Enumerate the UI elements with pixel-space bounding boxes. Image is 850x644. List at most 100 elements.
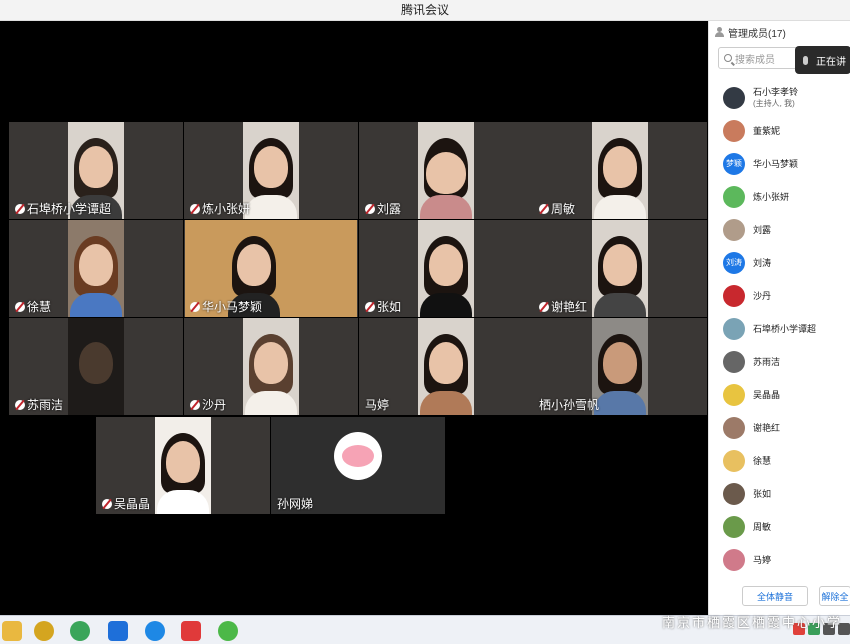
video-tile[interactable]: 刘露: [359, 122, 533, 219]
member-list-item[interactable]: 刘涛 刘涛: [709, 246, 850, 279]
folder-icon[interactable]: [2, 621, 22, 641]
mute-all-button[interactable]: 全体静音: [742, 586, 808, 606]
participant-name: 徐慧: [27, 300, 52, 314]
browser-icon[interactable]: [70, 621, 90, 641]
member-text: 沙丹: [753, 290, 771, 302]
participant-nametag: 吴晶晶: [102, 495, 150, 512]
search-placeholder: 搜索成员: [735, 54, 775, 66]
video-tile[interactable]: 徐慧: [9, 220, 183, 317]
participant-face: [166, 441, 200, 483]
media-player-icon[interactable]: [34, 621, 54, 641]
member-list: 石小李孝铃 (主持人, 我) 董紫妮 梦颖 华小马梦颖 炼小张妍刘露刘涛 刘涛沙丹石埠桥小学…: [709, 81, 850, 576]
participant-body: [70, 293, 122, 317]
member-text: 马婷: [753, 554, 771, 566]
participant-name: 张如: [377, 300, 402, 314]
video-tile[interactable]: 炼小张妍: [184, 122, 358, 219]
member-name: 吴晶晶: [753, 389, 781, 400]
video-tile[interactable]: 沙丹: [184, 318, 358, 415]
member-name: 周敏: [753, 521, 772, 532]
member-list-item[interactable]: 炼小张妍: [709, 180, 850, 213]
participant-face: [426, 152, 466, 194]
member-text: 石埠桥小学谭超: [753, 323, 816, 335]
video-tile[interactable]: 栖小孙雪帆: [533, 318, 707, 415]
speaking-label: 正在讲: [816, 56, 846, 68]
participant-body: [420, 293, 472, 317]
participant-nametag: 栖小孙雪帆: [539, 396, 599, 413]
participant-nametag: 张如: [365, 298, 401, 315]
member-list-item[interactable]: 石埠桥小学谭超: [709, 312, 850, 345]
video-tile[interactable]: 吴晶晶: [96, 417, 270, 514]
member-list-item[interactable]: 张如: [709, 477, 850, 510]
member-list-item[interactable]: 刘露: [709, 213, 850, 246]
participant-face: [79, 146, 113, 188]
camera-feed: [418, 220, 474, 317]
member-name: 沙丹: [753, 290, 772, 301]
member-text: 谢艳红: [753, 422, 780, 434]
member-list-item[interactable]: 周敏: [709, 510, 850, 543]
video-tile[interactable]: 谢艳红: [533, 220, 707, 317]
participant-face: [254, 146, 288, 188]
video-tile[interactable]: 石埠桥小学谭超: [9, 122, 183, 219]
k-app-icon[interactable]: [145, 621, 165, 641]
member-name: 石小李孝铃: [753, 87, 799, 97]
participant-name: 苏雨洁: [27, 398, 64, 412]
member-list-item[interactable]: 石小李孝铃 (主持人, 我): [709, 81, 850, 114]
video-tile[interactable]: 马婷: [359, 318, 533, 415]
video-tile[interactable]: 孙网娣: [271, 417, 445, 514]
video-tile[interactable]: 苏雨洁: [9, 318, 183, 415]
participant-body: [594, 391, 646, 415]
avatar: 刘涛: [723, 251, 745, 274]
participant-face: [236, 244, 271, 286]
camera-feed: [592, 122, 648, 219]
participant-body: [245, 391, 297, 415]
wps-icon[interactable]: [181, 621, 201, 641]
wechat-icon[interactable]: [218, 621, 238, 641]
avatar: [723, 449, 745, 472]
participant-face: [254, 342, 288, 384]
participant-face: [429, 342, 463, 384]
member-text: 刘涛: [753, 257, 771, 269]
avatar: [723, 482, 745, 505]
member-name: 刘露: [753, 224, 772, 235]
mic-muted-icon: [190, 301, 200, 312]
member-name: 苏雨洁: [753, 356, 781, 367]
member-list-item[interactable]: 沙丹: [709, 279, 850, 312]
member-list-item[interactable]: 吴晶晶: [709, 378, 850, 411]
person-icon: [714, 27, 724, 37]
video-tile[interactable]: 华小马梦颖: [184, 220, 358, 317]
avatar: [723, 185, 745, 208]
camera-feed: [592, 220, 648, 317]
avatar: [723, 383, 745, 406]
participant-body: [245, 195, 297, 219]
mic-muted-icon: [190, 399, 200, 410]
avatar: [723, 548, 745, 571]
participant-name: 马婷: [365, 398, 390, 412]
participant-body: [420, 391, 472, 415]
camera-feed: [418, 122, 474, 219]
member-list-item[interactable]: 董紫妮: [709, 114, 850, 147]
avatar: [723, 317, 745, 340]
tencent-meeting-icon[interactable]: [108, 621, 128, 641]
member-list-item[interactable]: 梦颖 华小马梦颖: [709, 147, 850, 180]
video-tile[interactable]: 周敏: [533, 122, 707, 219]
member-list-item[interactable]: 苏雨洁: [709, 345, 850, 378]
member-name: 张如: [753, 488, 772, 499]
participant-body: [594, 293, 646, 317]
video-tile[interactable]: 张如: [359, 220, 533, 317]
speaking-indicator: 正在讲: [795, 46, 850, 74]
member-list-item[interactable]: 谢艳红: [709, 411, 850, 444]
avatar: [723, 86, 745, 109]
member-text: 苏雨洁: [753, 356, 780, 368]
member-list-item[interactable]: 徐慧: [709, 444, 850, 477]
unmute-all-button[interactable]: 解除全: [819, 586, 850, 606]
participant-nametag: 华小马梦颖: [190, 298, 262, 315]
camera-feed: [155, 417, 211, 514]
participant-nametag: 刘露: [365, 200, 401, 217]
participant-name: 孙网娣: [277, 497, 314, 511]
pig-avatar-icon: [334, 432, 382, 480]
participant-name: 石埠桥小学谭超: [27, 202, 112, 216]
participant-nametag: 苏雨洁: [15, 396, 63, 413]
microphone-icon: [803, 55, 808, 65]
member-list-item[interactable]: 马婷: [709, 543, 850, 576]
member-name: 华小马梦颖: [753, 158, 799, 169]
